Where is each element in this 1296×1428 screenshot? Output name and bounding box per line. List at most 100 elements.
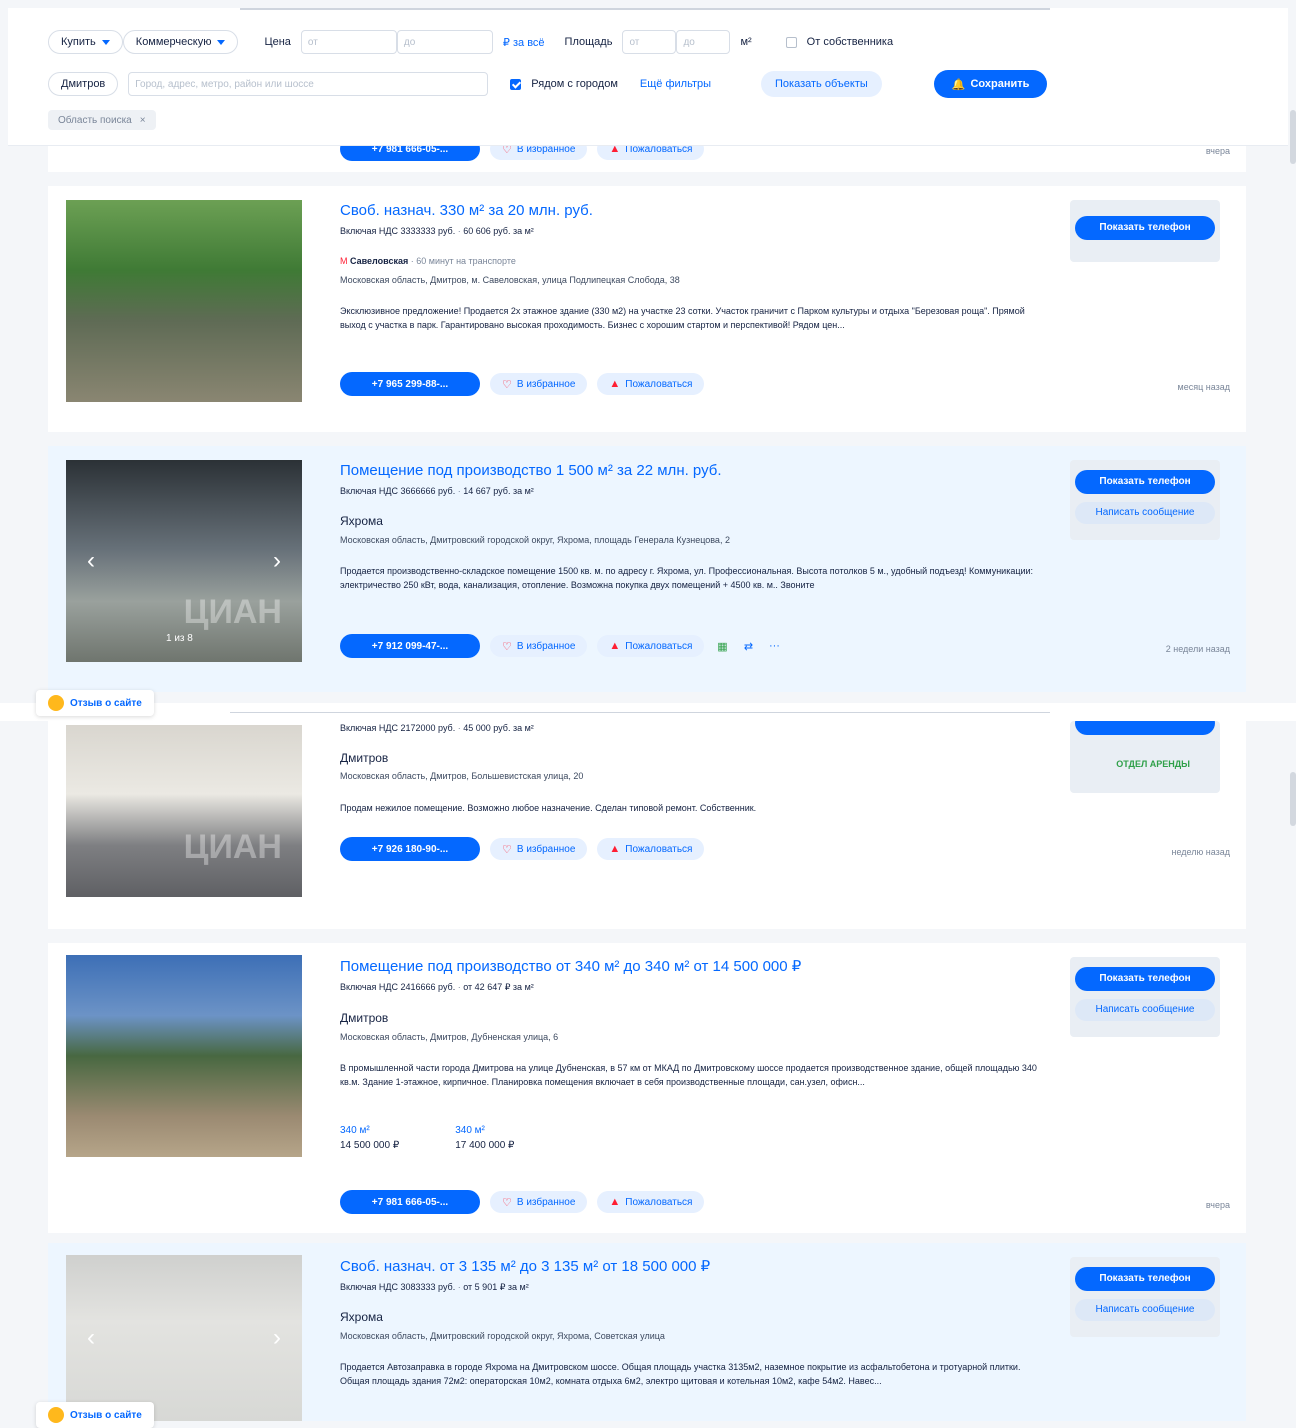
- favorite-button[interactable]: ♡ В избранное: [490, 1191, 588, 1213]
- show-objects-button[interactable]: Показать объекты: [761, 71, 882, 97]
- listing-date: вчера: [1205, 146, 1230, 156]
- chevron-right-icon[interactable]: ›: [266, 1326, 288, 1350]
- write-message-button[interactable]: Написать сообщение: [1075, 1299, 1215, 1321]
- phone-button[interactable]: +7 981 666-05-...: [340, 1190, 480, 1214]
- near-city-checkbox[interactable]: [510, 78, 522, 90]
- favorite-button[interactable]: ♡ В избранное: [490, 373, 588, 395]
- listing-address[interactable]: Московская область, Дмитров, Большевистс…: [340, 771, 583, 781]
- phone-button[interactable]: +7 912 099-47-...: [340, 634, 480, 658]
- price-per-m2: 60 606 руб. за м²: [463, 226, 534, 236]
- favorite-label: В избранное: [516, 640, 576, 652]
- report-label: Пожаловаться: [625, 1196, 693, 1208]
- write-message-button[interactable]: Написать сообщение: [1075, 502, 1215, 524]
- metro-station[interactable]: Савеловская: [350, 256, 408, 266]
- save-search-button[interactable]: 🔔 Сохранить: [933, 70, 1048, 98]
- listing-photo[interactable]: [66, 955, 302, 1157]
- phone-button[interactable]: +7 965 299-88-...: [340, 372, 480, 396]
- listing-photo[interactable]: ‹ ›: [66, 1255, 302, 1421]
- listing-title[interactable]: Помещение под производство от 340 м² до …: [340, 957, 801, 975]
- watermark: ЦИАН: [183, 828, 282, 866]
- search-area-tag[interactable]: Область поиска ×: [48, 110, 156, 130]
- deal-type-select[interactable]: Купить: [48, 30, 123, 54]
- listing-card[interactable]: Помещение под производство от 340 м² до …: [48, 943, 1246, 1233]
- area-to-input[interactable]: до: [676, 30, 731, 54]
- listing-card[interactable]: Своб. назнач. 330 м² за 20 млн. руб. Вкл…: [48, 186, 1246, 432]
- listing-card[interactable]: ‹ › ЦИАН 1 из 8 Помещение под производст…: [48, 446, 1246, 692]
- compare-icon[interactable]: ⇄: [740, 638, 756, 654]
- listing-card[interactable]: ЦИАН Включая НДС 2172000 руб. · 45 000 р…: [48, 711, 1246, 929]
- price-per-m2: 14 667 руб. за м²: [463, 486, 534, 496]
- near-city-label: Рядом с городом: [531, 78, 618, 90]
- listing-title[interactable]: Помещение под производство 1 500 м² за 2…: [340, 462, 722, 479]
- report-button[interactable]: ▲ Пожаловаться: [597, 635, 705, 657]
- price-to-input[interactable]: до: [396, 30, 493, 54]
- price-unit-select[interactable]: ₽ за всё: [503, 36, 545, 49]
- area-from-input[interactable]: от: [622, 30, 677, 54]
- listing-address[interactable]: Московская область, Дмитров, Дубненская …: [340, 1032, 558, 1042]
- search-input[interactable]: Город, адрес, метро, район или шоссе: [128, 72, 489, 96]
- listing-description: Продается Автозаправка в городе Яхрома н…: [340, 1362, 1021, 1386]
- listing-title[interactable]: Своб. назнач. 330 м² за 20 млн. руб.: [340, 202, 593, 219]
- listing-address[interactable]: Московская область, Дмитровский городско…: [340, 535, 730, 545]
- city-chip[interactable]: Дмитров: [48, 72, 119, 96]
- scrollbar-thumb[interactable]: [1290, 110, 1296, 164]
- warning-icon: ▲: [609, 378, 621, 390]
- listing-price-details: Включая НДС 3666666 руб. · 14 667 руб. з…: [340, 486, 534, 496]
- listing-photo[interactable]: ЦИАН: [66, 725, 302, 897]
- watermark: ЦИАН: [183, 593, 282, 631]
- show-phone-button[interactable]: Показать телефон: [1075, 470, 1215, 494]
- heart-icon: ♡: [502, 1196, 512, 1209]
- chevron-left-icon[interactable]: ‹: [80, 1326, 102, 1350]
- vat-text: Включая НДС 2416666 руб.: [340, 982, 456, 992]
- show-phone-button[interactable]: Показать телефон: [1075, 216, 1215, 240]
- report-button[interactable]: ▲ Пожаловаться: [597, 1191, 705, 1213]
- listing-location[interactable]: Яхрома: [340, 514, 383, 528]
- listing-address[interactable]: Московская область, Дмитров, м. Савеловс…: [340, 275, 680, 285]
- listing-description: В промышленной части города Дмитрова на …: [340, 1063, 1037, 1087]
- show-phone-button[interactable]: Показать телефон: [1075, 967, 1215, 991]
- contact-panel: Показать телефон: [1070, 200, 1220, 262]
- property-type-select[interactable]: Коммерческую: [122, 30, 239, 54]
- favorite-button[interactable]: ♡ В избранное: [490, 635, 588, 657]
- listing-description: Эксклюзивное предложение! Продается 2х э…: [340, 306, 1025, 330]
- price-option[interactable]: 340 м² 14 500 000 ₽: [340, 1125, 399, 1151]
- write-message-button[interactable]: Написать сообщение: [1075, 999, 1215, 1021]
- property-type-value: Коммерческую: [135, 36, 212, 48]
- listing-price-details: Включая НДС 2172000 руб. · 45 000 руб. з…: [340, 723, 534, 733]
- listing-location[interactable]: Дмитров: [340, 1011, 388, 1025]
- deal-type-value: Купить: [61, 36, 96, 48]
- agency-name[interactable]: ОТДЕЛ АРЕНДЫ: [1116, 759, 1190, 769]
- scrollbar-thumb[interactable]: [1290, 772, 1296, 826]
- warning-icon: ▲: [609, 843, 621, 855]
- close-icon[interactable]: ×: [140, 115, 146, 126]
- feedback-label: Отзыв о сайте: [70, 1409, 142, 1421]
- more-filters-link[interactable]: Ещё фильтры: [640, 78, 711, 90]
- divider: [230, 712, 1050, 713]
- listing-address[interactable]: Московская область, Дмитровский городско…: [340, 1331, 665, 1341]
- price-options: 340 м² 14 500 000 ₽ 340 м² 17 400 000 ₽: [340, 1125, 514, 1151]
- feedback-button[interactable]: Отзыв о сайте: [36, 1402, 154, 1428]
- listing-photo[interactable]: ‹ › ЦИАН 1 из 8: [66, 460, 302, 662]
- document-icon[interactable]: ▦: [714, 638, 730, 654]
- chevron-left-icon[interactable]: ‹: [80, 549, 102, 573]
- price-option[interactable]: 340 м² 17 400 000 ₽: [455, 1125, 514, 1151]
- owner-label: От собственника: [806, 36, 894, 48]
- feedback-button[interactable]: Отзыв о сайте: [36, 690, 154, 716]
- phone-button[interactable]: +7 926 180-90-...: [340, 837, 480, 861]
- favorite-button[interactable]: ♡ В избранное: [490, 838, 588, 860]
- listing-location[interactable]: Дмитров: [340, 751, 388, 765]
- bell-icon: 🔔: [951, 78, 966, 91]
- listing-photo[interactable]: [66, 200, 302, 402]
- area-unit: м²: [740, 36, 752, 48]
- price-from-input[interactable]: от: [300, 30, 397, 54]
- owner-checkbox[interactable]: [785, 36, 797, 48]
- heart-icon: ♡: [502, 843, 512, 856]
- chevron-right-icon[interactable]: ›: [266, 549, 288, 573]
- report-button[interactable]: ▲ Пожаловаться: [597, 373, 705, 395]
- listing-location[interactable]: Яхрома: [340, 1310, 383, 1324]
- more-icon[interactable]: ···: [766, 638, 782, 654]
- report-button[interactable]: ▲ Пожаловаться: [597, 838, 705, 860]
- show-phone-button[interactable]: Показать телефон: [1075, 1267, 1215, 1291]
- listing-title[interactable]: Своб. назнач. от 3 135 м² до 3 135 м² от…: [340, 1257, 710, 1275]
- listing-card[interactable]: ‹ › Своб. назнач. от 3 135 м² до 3 135 м…: [48, 1243, 1246, 1421]
